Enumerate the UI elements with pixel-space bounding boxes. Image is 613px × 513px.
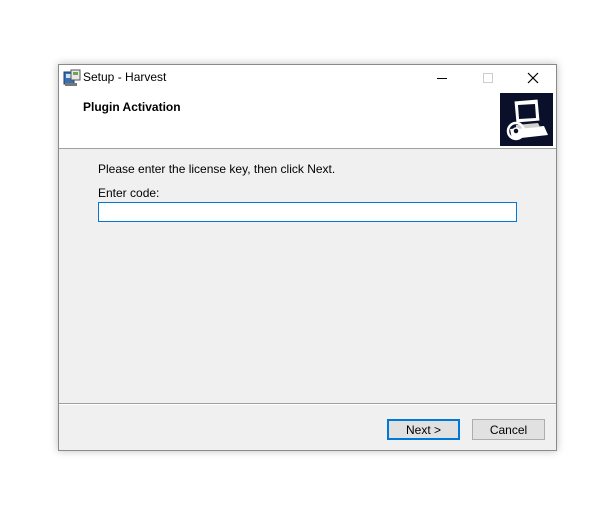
computer-disk-icon xyxy=(500,93,553,146)
code-label: Enter code: xyxy=(98,186,160,200)
page-title: Plugin Activation xyxy=(83,100,181,114)
setup-window: Setup - Harvest Plugin Activation Please xyxy=(58,64,557,451)
next-button[interactable]: Next > xyxy=(387,419,460,440)
installer-icon xyxy=(63,69,81,87)
footer-divider xyxy=(59,403,556,405)
maximize-button xyxy=(465,65,511,90)
title-bar[interactable]: Setup - Harvest xyxy=(59,65,556,90)
cancel-button[interactable]: Cancel xyxy=(472,419,545,440)
content-area: Please enter the license key, then click… xyxy=(59,149,556,403)
minimize-button[interactable] xyxy=(419,65,465,90)
close-button[interactable] xyxy=(510,65,556,90)
license-code-input[interactable] xyxy=(98,202,517,222)
instruction-text: Please enter the license key, then click… xyxy=(98,162,336,176)
window-title: Setup - Harvest xyxy=(83,70,167,84)
wizard-header: Plugin Activation xyxy=(59,90,556,149)
